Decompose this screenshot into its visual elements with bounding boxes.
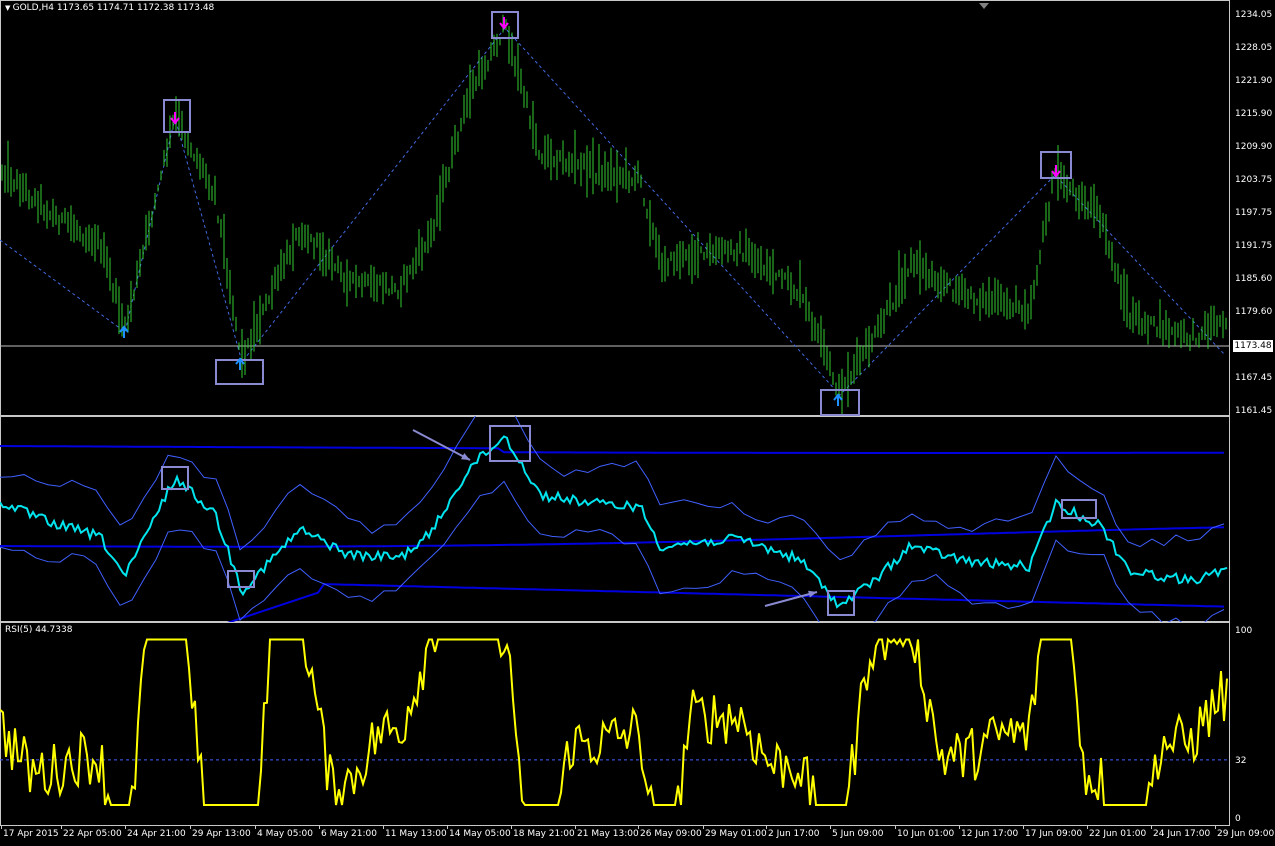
price-tick: 1215.90	[1235, 109, 1273, 119]
time-label: 2 Jun 17:00	[768, 829, 820, 839]
bands-scale[interactable]	[1230, 416, 1275, 622]
time-tick	[190, 826, 191, 829]
time-tick	[766, 826, 767, 829]
time-label: 18 May 21:00	[513, 829, 575, 839]
time-label: 11 May 13:00	[385, 829, 447, 839]
time-tick	[575, 826, 576, 829]
rsi-tick-32: 32	[1235, 756, 1247, 766]
slow-band-lower	[226, 583, 1225, 622]
down-arrow-icon	[499, 17, 509, 30]
price-chart-canvas[interactable]	[0, 0, 1230, 416]
price-tick: 1228.05	[1235, 43, 1273, 53]
time-label: 24 Apr 21:00	[127, 829, 186, 839]
pointer-arrow-icon	[764, 590, 818, 607]
price-tick: 1161.45	[1235, 406, 1273, 416]
time-tick	[703, 826, 704, 829]
time-tick	[61, 826, 62, 829]
time-label: 10 Jun 01:00	[897, 829, 955, 839]
time-label: 22 Jun 01:00	[1089, 829, 1147, 839]
time-label: 14 May 05:00	[449, 829, 511, 839]
down-arrow-icon	[170, 112, 180, 125]
time-tick	[1215, 826, 1216, 829]
time-label: 29 Apr 13:00	[192, 829, 251, 839]
scroll-marker-icon[interactable]	[979, 3, 989, 9]
current-price-label: 1173.48	[1233, 340, 1273, 352]
price-tick: 1203.75	[1235, 175, 1273, 185]
time-label: 5 Jun 09:00	[832, 829, 884, 839]
time-label: 22 Apr 05:00	[63, 829, 122, 839]
time-tick	[125, 826, 126, 829]
down-arrow-icon	[1051, 165, 1061, 178]
time-label: 4 May 05:00	[257, 829, 313, 839]
pointer-arrow-icon	[412, 429, 471, 461]
time-tick	[895, 826, 896, 829]
time-tick	[638, 826, 639, 829]
chart-title: ▼ GOLD,H4 1173.65 1174.71 1172.38 1173.4…	[5, 3, 214, 13]
time-label: 6 May 21:00	[321, 829, 377, 839]
time-label: 29 May 01:00	[705, 829, 767, 839]
chart-title-text: GOLD,H4 1173.65 1174.71 1172.38 1173.48	[12, 3, 215, 13]
highlight-box	[163, 99, 191, 133]
time-label: 21 May 13:00	[577, 829, 639, 839]
price-tick: 1191.75	[1235, 241, 1273, 251]
rsi-tick-0: 0	[1235, 814, 1241, 824]
time-tick	[959, 826, 960, 829]
time-tick	[447, 826, 448, 829]
bands-indicator-pane[interactable]	[0, 416, 1275, 622]
rsi-scale[interactable]	[1230, 622, 1275, 826]
highlight-box	[820, 389, 860, 416]
time-tick	[319, 826, 320, 829]
time-tick	[383, 826, 384, 829]
highlight-box	[489, 425, 531, 462]
rsi-title: RSI(5) 44.7338	[5, 625, 73, 635]
rsi-line	[0, 637, 1228, 806]
time-label: 29 Jun 09:00	[1217, 829, 1275, 839]
time-tick	[1151, 826, 1152, 829]
highlight-box	[1061, 499, 1097, 519]
time-label: 12 Jun 17:00	[961, 829, 1019, 839]
time-tick	[1, 826, 2, 829]
rsi-indicator-pane[interactable]: RSI(5) 44.7338 100 32 0	[0, 622, 1275, 826]
time-tick	[830, 826, 831, 829]
price-tick: 1167.45	[1235, 373, 1273, 383]
time-label: 24 Jun 17:00	[1153, 829, 1211, 839]
price-tick: 1179.60	[1235, 307, 1273, 317]
slow-band-upper	[0, 445, 1224, 454]
time-label: 17 Jun 09:00	[1025, 829, 1083, 839]
dropdown-triangle-icon[interactable]: ▼	[5, 4, 13, 12]
rsi-chart-canvas[interactable]	[0, 622, 1230, 826]
price-tick: 1197.75	[1235, 208, 1273, 218]
time-label: 17 Apr 2015	[3, 829, 59, 839]
up-arrow-icon	[833, 393, 843, 406]
zigzag-line	[0, 27, 1226, 396]
time-axis[interactable]: 17 Apr 2015 22 Apr 05:00 24 Apr 21:00 29 Ap…	[0, 826, 1275, 846]
bands-chart-canvas[interactable]	[0, 416, 1230, 622]
price-tick: 1209.90	[1235, 142, 1273, 152]
time-tick	[1087, 826, 1088, 829]
time-tick	[255, 826, 256, 829]
rsi-tick-100: 100	[1235, 626, 1253, 636]
price-chart-pane[interactable]: ▼ GOLD,H4 1173.65 1174.71 1172.38 1173.4…	[0, 0, 1275, 416]
time-tick	[511, 826, 512, 829]
time-label: 26 May 09:00	[640, 829, 702, 839]
price-tick: 1234.05	[1235, 10, 1273, 20]
price-tick: 1221.90	[1235, 76, 1273, 86]
price-tick: 1185.60	[1235, 274, 1273, 284]
bands-main-line	[0, 435, 1228, 609]
time-tick	[1023, 826, 1024, 829]
